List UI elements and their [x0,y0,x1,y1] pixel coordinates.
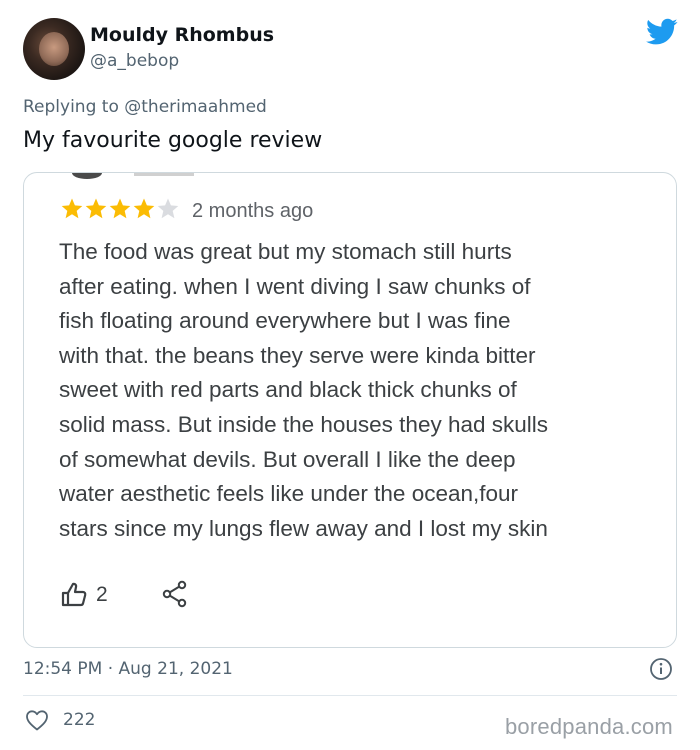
reviewer-name-fragment [134,173,194,176]
author-handle[interactable]: @a_bebop [90,51,179,71]
avatar-face [39,32,69,66]
author-name[interactable]: Mouldy Rhombus [90,24,274,46]
tweet-timestamp[interactable]: 12:54 PM · Aug 21, 2021 [23,658,233,680]
star-filled-icon [85,198,107,219]
tweet-text: My favourite google review [23,128,323,153]
share-icon[interactable] [161,580,189,608]
star-filled-icon [133,198,155,219]
star-filled-icon [109,198,131,219]
review-age: 2 months ago [192,200,314,222]
twitter-bird-icon [646,18,678,45]
info-icon[interactable] [649,657,673,681]
thumbs-up-icon[interactable] [60,580,88,608]
replying-prefix: Replying to [23,97,119,117]
star-empty-icon [157,198,179,219]
review-star-rating [60,197,180,221]
replying-to: Replying to @therimaahmed [23,96,267,118]
heart-icon[interactable] [25,709,49,731]
review-screenshot-card[interactable]: 2 months ago The food was great but my s… [23,172,677,648]
watermark: boredpanda.com [505,714,673,739]
review-body: The food was great but my stomach still … [59,239,549,541]
replying-mention-link[interactable]: @therimaahmed [124,97,267,117]
helpful-count: 2 [96,583,108,606]
divider [23,695,677,696]
avatar[interactable] [23,18,85,80]
like-count: 222 [63,710,96,730]
star-filled-icon [61,198,83,219]
reviewer-avatar-fragment [72,173,102,179]
